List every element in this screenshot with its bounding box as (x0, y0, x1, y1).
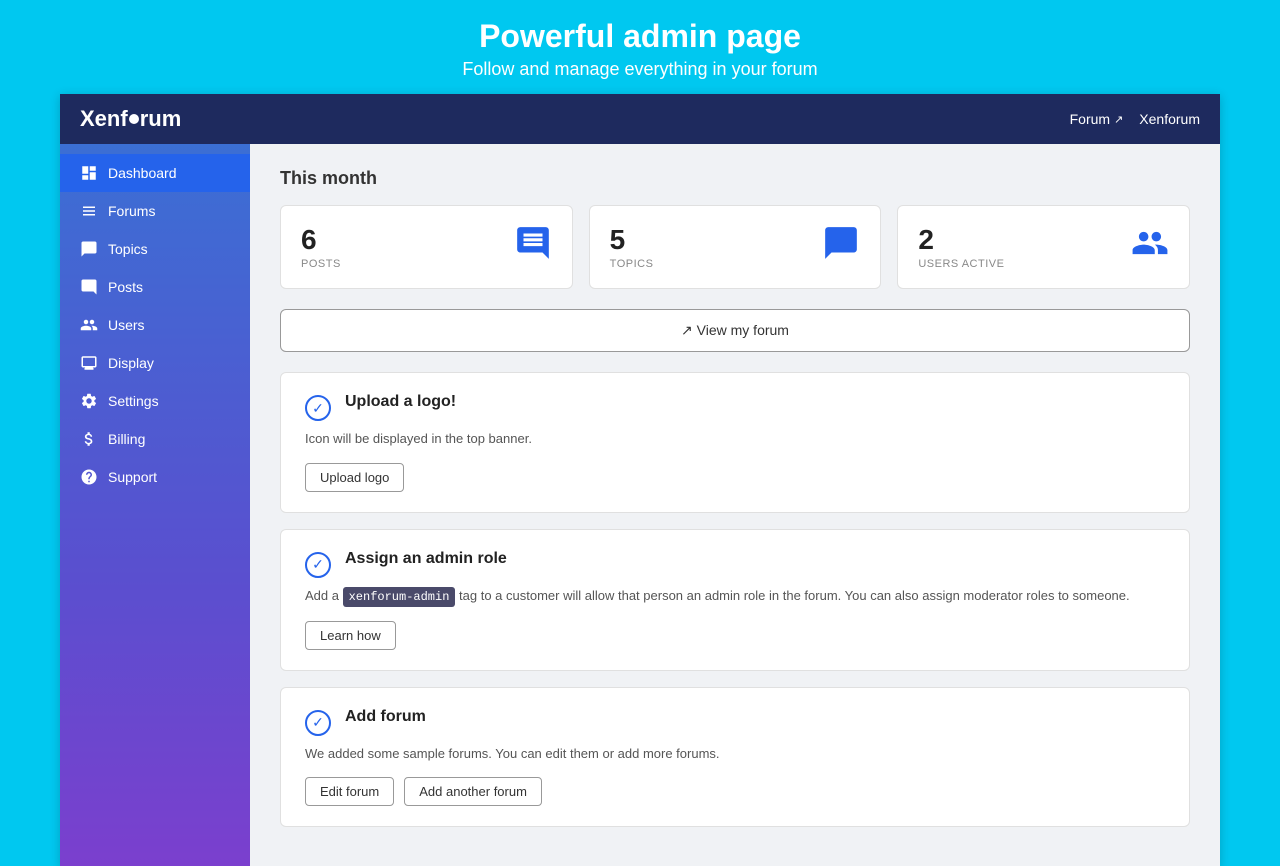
stat-card-topics: 5 TOPICS (589, 205, 882, 289)
sidebar-item-billing[interactable]: Billing (60, 420, 250, 458)
stat-label-topics: TOPICS (610, 258, 654, 270)
checkmark-icon-admin: ✓ (312, 556, 324, 573)
task-card-upload-logo: ✓ Upload a logo! Icon will be displayed … (280, 372, 1190, 513)
navbar-logo: Xenfrum (80, 106, 181, 132)
stat-left-users: 2 USERS ACTIVE (918, 224, 1004, 270)
dashboard-icon (80, 164, 98, 182)
support-icon (80, 468, 98, 486)
sidebar-label-forums: Forums (108, 203, 155, 219)
forum-link[interactable]: Forum ↗ (1070, 111, 1124, 127)
sidebar-label-billing: Billing (108, 431, 145, 447)
sidebar-label-support: Support (108, 469, 157, 485)
posts-icon (80, 278, 98, 296)
topics-stat-icon (822, 224, 860, 270)
sidebar-item-settings[interactable]: Settings (60, 382, 250, 420)
add-another-forum-button[interactable]: Add another forum (404, 777, 542, 806)
task-check-forum: ✓ (305, 710, 331, 736)
task-desc-after: tag to a customer will allow that person… (455, 588, 1129, 603)
sidebar-label-users: Users (108, 317, 145, 333)
task-desc-admin: Add a xenforum-admin tag to a customer w… (305, 586, 1165, 607)
edit-forum-button[interactable]: Edit forum (305, 777, 394, 806)
task-card-add-forum: ✓ Add forum We added some sample forums.… (280, 687, 1190, 828)
settings-icon (80, 392, 98, 410)
sidebar-item-display[interactable]: Display (60, 344, 250, 382)
sidebar-item-posts[interactable]: Posts (60, 268, 250, 306)
task-header-forum: ✓ Add forum (305, 708, 1165, 736)
stat-number-topics: 5 (610, 224, 654, 256)
task-desc-upload: Icon will be displayed in the top banner… (305, 429, 1165, 449)
stat-left-topics: 5 TOPICS (610, 224, 654, 270)
section-title: This month (280, 168, 1190, 189)
posts-stat-icon (514, 224, 552, 270)
xenforum-label: Xenforum (1139, 111, 1200, 127)
stat-number-users: 2 (918, 224, 1004, 256)
stat-label-posts: POSTS (301, 258, 341, 270)
task-desc-before: Add a (305, 588, 343, 603)
logo-dot (129, 114, 139, 124)
app-container: Xenfrum Forum ↗ Xenforum Dashboard (60, 94, 1220, 866)
stat-card-posts: 6 POSTS (280, 205, 573, 289)
task-title-upload: Upload a logo! (345, 393, 456, 411)
navbar-right: Forum ↗ Xenforum (1070, 111, 1200, 127)
external-link-icon: ↗ (1114, 113, 1123, 126)
task-title-admin: Assign an admin role (345, 550, 507, 568)
forums-icon (80, 202, 98, 220)
sidebar: Dashboard Forums Topics Posts (60, 144, 250, 866)
learn-how-button[interactable]: Learn how (305, 621, 396, 650)
checkmark-icon: ✓ (312, 400, 324, 417)
sidebar-label-posts: Posts (108, 279, 143, 295)
sidebar-item-dashboard[interactable]: Dashboard (60, 154, 250, 192)
stat-number-posts: 6 (301, 224, 341, 256)
forum-buttons: Edit forum Add another forum (305, 777, 1165, 806)
stat-card-users: 2 USERS ACTIVE (897, 205, 1190, 289)
sidebar-item-users[interactable]: Users (60, 306, 250, 344)
checkmark-icon-forum: ✓ (312, 714, 324, 731)
task-card-assign-admin: ✓ Assign an admin role Add a xenforum-ad… (280, 529, 1190, 671)
sidebar-label-settings: Settings (108, 393, 159, 409)
task-desc-forum: We added some sample forums. You can edi… (305, 744, 1165, 764)
display-icon (80, 354, 98, 372)
navbar: Xenfrum Forum ↗ Xenforum (60, 94, 1220, 144)
view-forum-button[interactable]: ↗ View my forum (280, 309, 1190, 352)
sidebar-label-display: Display (108, 355, 154, 371)
topics-icon (80, 240, 98, 258)
task-header-upload: ✓ Upload a logo! (305, 393, 1165, 421)
task-title-forum: Add forum (345, 708, 426, 726)
stat-left-posts: 6 POSTS (301, 224, 341, 270)
task-check-upload: ✓ (305, 395, 331, 421)
sidebar-label-topics: Topics (108, 241, 148, 257)
task-check-admin: ✓ (305, 552, 331, 578)
main-layout: Dashboard Forums Topics Posts (60, 144, 1220, 866)
upload-logo-button[interactable]: Upload logo (305, 463, 404, 492)
top-banner: Powerful admin page Follow and manage ev… (0, 0, 1280, 94)
billing-icon (80, 430, 98, 448)
sidebar-item-forums[interactable]: Forums (60, 192, 250, 230)
task-header-admin: ✓ Assign an admin role (305, 550, 1165, 578)
banner-subtitle: Follow and manage everything in your for… (0, 59, 1280, 80)
stats-row: 6 POSTS 5 TOPICS (280, 205, 1190, 289)
sidebar-item-support[interactable]: Support (60, 458, 250, 496)
main-content: This month 6 POSTS 5 (250, 144, 1220, 866)
users-stat-icon (1131, 224, 1169, 270)
sidebar-label-dashboard: Dashboard (108, 165, 177, 181)
stat-label-users: USERS ACTIVE (918, 258, 1004, 270)
admin-tag: xenforum-admin (343, 587, 456, 607)
users-icon (80, 316, 98, 334)
banner-title: Powerful admin page (0, 18, 1280, 55)
sidebar-item-topics[interactable]: Topics (60, 230, 250, 268)
external-icon: ↗ (681, 322, 697, 338)
